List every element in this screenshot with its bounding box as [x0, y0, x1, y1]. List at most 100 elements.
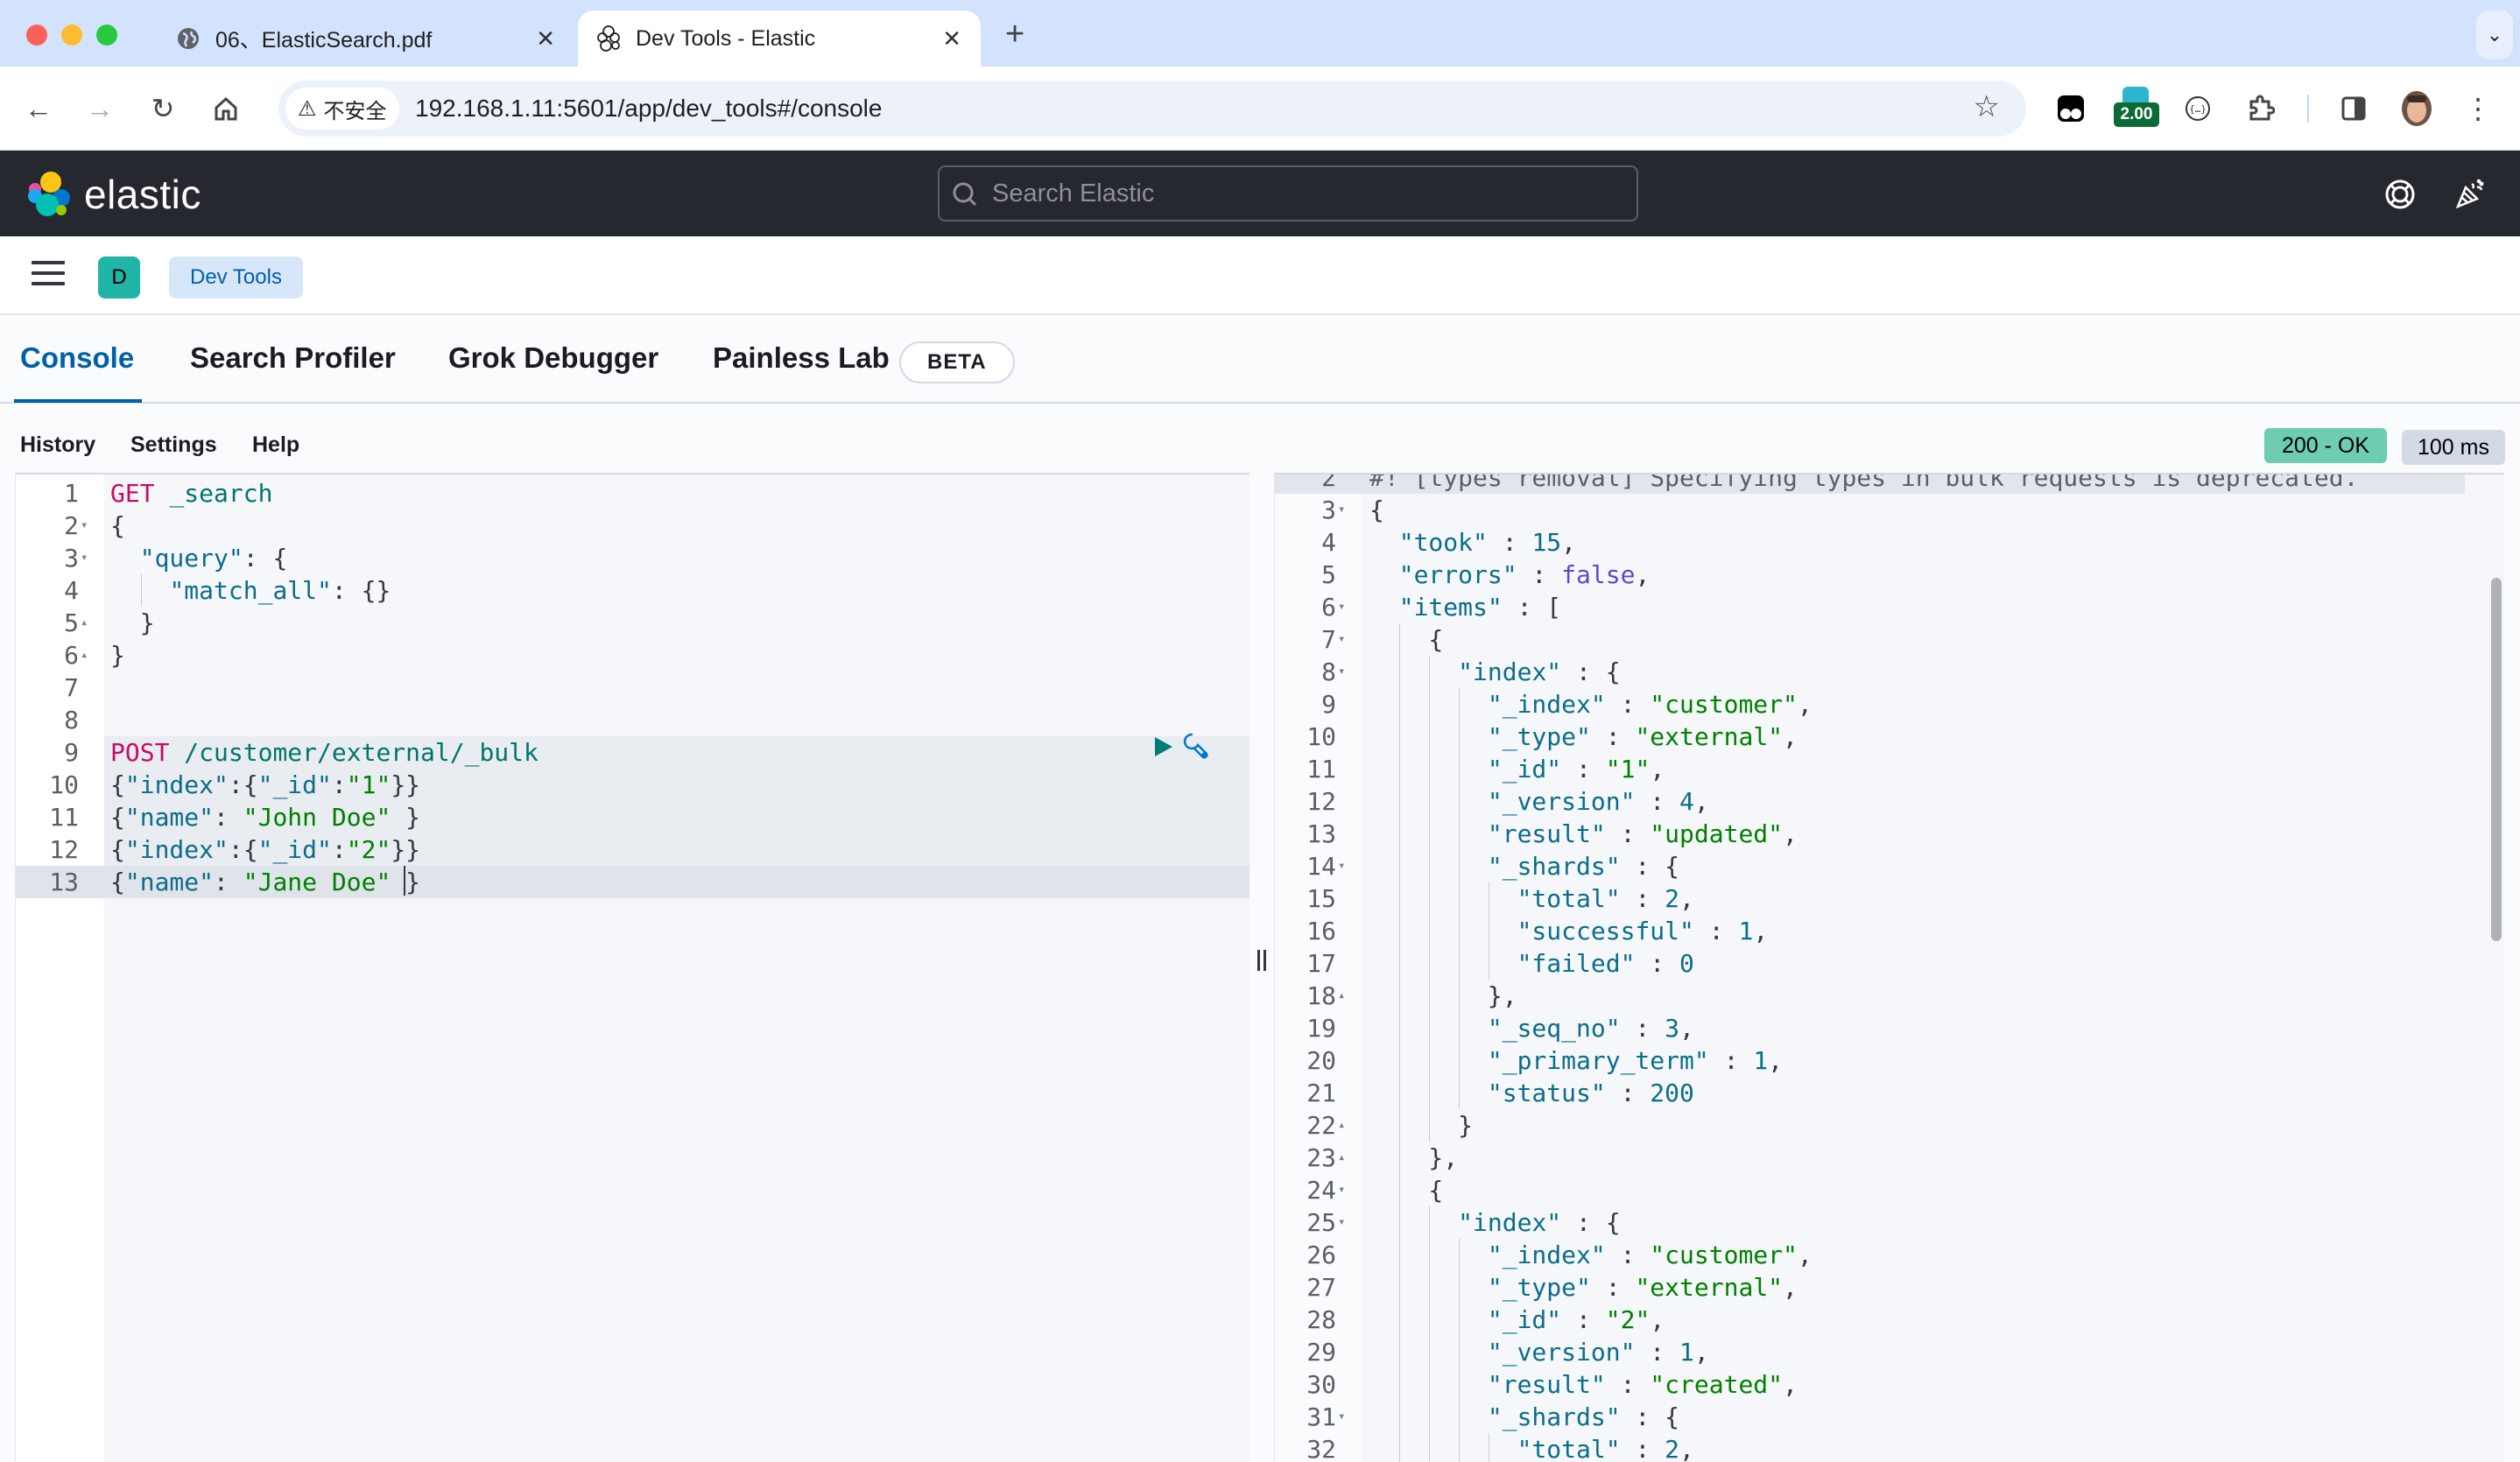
back-button[interactable]: ←	[16, 86, 61, 131]
help-link[interactable]: Help	[252, 432, 299, 458]
bookmark-star-icon[interactable]: ☆	[1974, 89, 2000, 124]
extension-eyes-button[interactable]	[2052, 89, 2090, 128]
fold-collapse-icon[interactable]: ▾	[1338, 850, 1345, 882]
reload-button[interactable]: ↻	[140, 86, 186, 131]
response-editor[interactable]: 2 #! [types removal] Specifying types in …	[1274, 473, 2504, 1462]
code-line[interactable]: 16 "successful" : 1,	[1275, 915, 2504, 947]
code-line[interactable]: 6 ▾ "items" : [	[1275, 591, 2504, 623]
send-request-button[interactable]	[1151, 735, 1174, 758]
fold-collapse-icon[interactable]: ▾	[1338, 1401, 1345, 1433]
code-line[interactable]: 14 ▾ "_shards" : {	[1275, 850, 2504, 882]
code-line[interactable]: 11 {"name": "John Doe" }	[49, 801, 1249, 833]
browser-tab-devtools[interactable]: Dev Tools - Elastic ✕	[578, 11, 981, 67]
fold-expand-icon[interactable]: ▴	[1338, 1109, 1345, 1142]
extension-json-button[interactable]: {…}	[2179, 89, 2217, 128]
nav-menu-button[interactable]	[32, 261, 65, 291]
browser-tab-pdf[interactable]: 06、ElasticSearch.pdf ✕	[158, 11, 574, 67]
code-line[interactable]: 4 "match_all": {}	[16, 574, 1249, 607]
fold-collapse-icon[interactable]: ▾	[1338, 1206, 1345, 1239]
code-line[interactable]: 25 ▾ "index" : {	[1275, 1206, 2504, 1239]
extension-speed-button[interactable]: 2.00	[2114, 87, 2159, 128]
fold-collapse-icon[interactable]: ▾	[1338, 1174, 1345, 1206]
window-close-button[interactable]	[26, 25, 47, 46]
code-line[interactable]: 12 "_version" : 4,	[1275, 785, 2504, 818]
profile-avatar[interactable]	[2397, 89, 2436, 128]
code-line[interactable]: 2 #! [types removal] Specifying types in …	[1275, 474, 2465, 494]
extensions-button[interactable]	[2242, 89, 2280, 128]
fold-collapse-icon[interactable]: ▾	[81, 542, 88, 574]
code-line[interactable]: 1 GET _search	[16, 477, 1249, 510]
browser-menu-button[interactable]: ⋮	[2459, 89, 2497, 128]
code-line[interactable]: 17 "failed" : 0	[1275, 947, 2504, 980]
code-line[interactable]: 3 ▾ "query": {	[16, 542, 1249, 574]
code-line[interactable]: 32 "total" : 2,	[1275, 1433, 2504, 1462]
forward-button[interactable]: →	[77, 86, 123, 131]
code-line[interactable]: 5 "errors" : false,	[1275, 559, 2504, 591]
code-line[interactable]: 24 ▾ {	[1275, 1174, 2504, 1206]
settings-link[interactable]: Settings	[130, 432, 217, 458]
code-line[interactable]: 18 ▴ },	[1275, 980, 2504, 1012]
wrench-icon[interactable]	[1182, 732, 1212, 762]
code-line[interactable]: 23 ▴ },	[1275, 1142, 2504, 1174]
space-avatar[interactable]: D	[98, 257, 140, 299]
request-editor[interactable]: 1 GET _search 2 ▾{3 ▾ "query": {4 "match_all…	[15, 473, 1249, 1462]
breadcrumb-dev-tools[interactable]: Dev Tools	[169, 257, 303, 299]
code-line[interactable]: 2 ▾ {	[16, 510, 1249, 542]
code-line[interactable]: 9 POST /customer/external/_bulk	[64, 736, 1249, 769]
code-line[interactable]: 8 ▾ "index" : {	[1275, 656, 2504, 688]
search-input[interactable]	[992, 167, 1623, 220]
code-line[interactable]: 28 "_id" : "2",	[1275, 1304, 2504, 1336]
code-line[interactable]: 6 ▴}	[16, 639, 1249, 671]
code-line[interactable]: 19 "_seq_no" : 3,	[1275, 1012, 2504, 1044]
code-line[interactable]: 7 ▾ {	[1275, 623, 2504, 656]
code-line[interactable]: 30 "result" : "created",	[1275, 1368, 2504, 1401]
code-line[interactable]: 11 "_id" : "1",	[1275, 753, 2504, 785]
close-icon[interactable]: ✕	[536, 25, 555, 53]
code-line[interactable]: 7	[16, 671, 1249, 704]
code-line[interactable]: 13 {"name": "Jane Doe" }	[16, 866, 1249, 898]
code-line[interactable]: 8	[16, 704, 1249, 736]
fold-collapse-icon[interactable]: ▾	[1338, 623, 1345, 656]
address-bar[interactable]: ⚠ 不安全 192.168.1.11:5601/app/dev_tools#/c…	[278, 81, 2026, 137]
tab-grok-debugger[interactable]: Grok Debugger	[448, 341, 658, 375]
fold-collapse-icon[interactable]: ▾	[1338, 591, 1345, 623]
tab-search-profiler[interactable]: Search Profiler	[190, 341, 396, 375]
panel-resizer[interactable]	[1249, 473, 1274, 1462]
tab-console[interactable]: Console	[20, 341, 134, 375]
tab-search-button[interactable]: ⌄	[2476, 11, 2513, 60]
window-maximize-button[interactable]	[96, 25, 117, 46]
elastic-logo[interactable]: elastic	[26, 170, 201, 219]
code-line[interactable]: 9 "_index" : "customer",	[1275, 688, 2504, 720]
code-line[interactable]: 10 "_type" : "external",	[1275, 720, 2504, 753]
fold-expand-icon[interactable]: ▴	[81, 607, 88, 639]
code-line[interactable]: 13 "result" : "updated",	[1275, 818, 2504, 850]
news-feed-button[interactable]	[2451, 175, 2489, 214]
site-info-button[interactable]: ⚠ 不安全	[285, 88, 399, 130]
response-scrollbar[interactable]	[2491, 578, 2502, 941]
home-button[interactable]	[203, 86, 249, 131]
close-icon[interactable]: ✕	[942, 25, 961, 53]
code-line[interactable]: 26 "_index" : "customer",	[1275, 1239, 2504, 1271]
code-line[interactable]: 31 ▾ "_shards" : {	[1275, 1401, 2504, 1433]
code-line[interactable]: 27 "_type" : "external",	[1275, 1271, 2504, 1304]
code-line[interactable]: 20 "_primary_term" : 1,	[1275, 1044, 2504, 1077]
fold-collapse-icon[interactable]: ▾	[81, 510, 88, 542]
help-button[interactable]	[2381, 175, 2419, 214]
code-line[interactable]: 3 ▾ {	[1275, 494, 2504, 526]
code-line[interactable]: 12 {"index":{"_id":"2"}}	[49, 833, 1249, 866]
fold-expand-icon[interactable]: ▴	[81, 639, 88, 671]
code-line[interactable]: 5 ▴ }	[16, 607, 1249, 639]
window-minimize-button[interactable]	[61, 25, 82, 46]
fold-collapse-icon[interactable]: ▾	[1338, 656, 1345, 688]
code-line[interactable]: 10 {"index":{"_id":"1"}}	[49, 769, 1249, 801]
global-search[interactable]	[938, 165, 1638, 221]
url-text[interactable]: 192.168.1.11:5601/app/dev_tools#/console	[415, 81, 882, 137]
fold-expand-icon[interactable]: ▴	[1338, 980, 1345, 1012]
new-tab-button[interactable]: +	[1005, 16, 1024, 53]
tab-painless-lab[interactable]: Painless Lab	[713, 341, 890, 375]
code-line[interactable]: 21 "status" : 200	[1275, 1077, 2504, 1109]
side-panel-button[interactable]	[2334, 89, 2373, 128]
code-line[interactable]: 29 "_version" : 1,	[1275, 1336, 2504, 1368]
code-line[interactable]: 15 "total" : 2,	[1275, 882, 2504, 915]
code-line[interactable]: 4 "took" : 15,	[1275, 526, 2504, 559]
